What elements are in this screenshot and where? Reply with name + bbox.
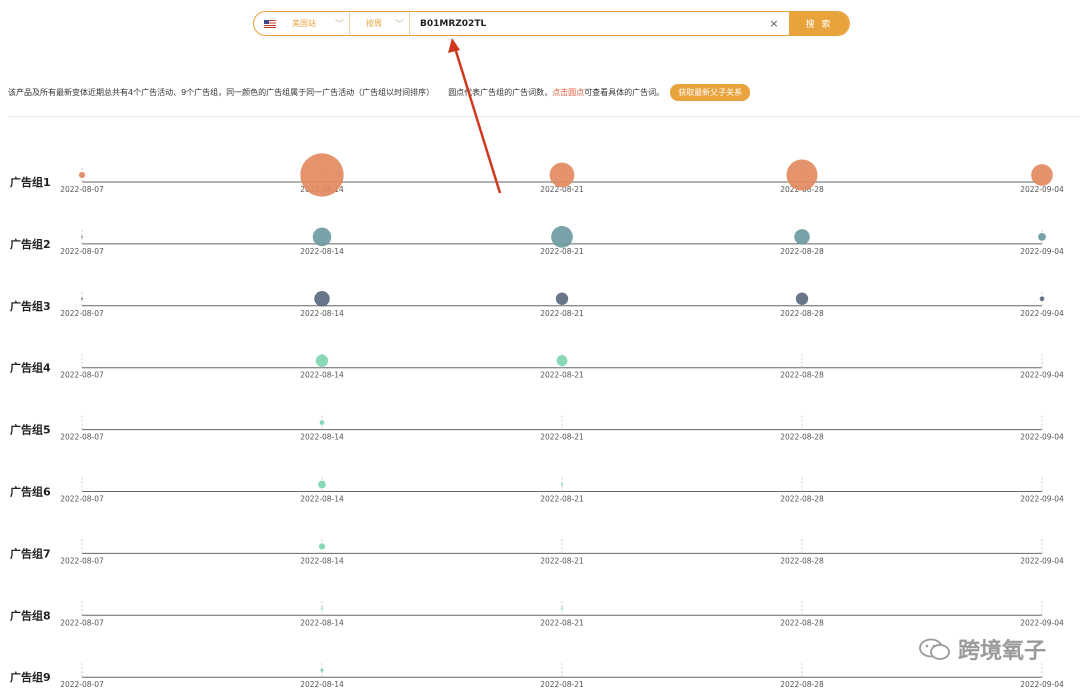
date-label: 2022-08-14 <box>300 556 344 565</box>
keyword-count-dot[interactable] <box>314 291 330 307</box>
date-label: 2022-08-14 <box>300 309 344 318</box>
date-label: 2022-08-28 <box>780 309 824 318</box>
keyword-count-dot[interactable] <box>318 543 326 550</box>
keyword-count-dot[interactable] <box>1039 296 1045 302</box>
date-label: 2022-08-07 <box>60 495 104 504</box>
date-label: 2022-08-28 <box>780 556 824 565</box>
date-label: 2022-08-07 <box>60 309 104 318</box>
date-label: 2022-08-28 <box>780 371 824 380</box>
date-label: 2022-08-21 <box>540 680 584 689</box>
date-label: 2022-08-07 <box>60 185 104 194</box>
keyword-count-dot[interactable] <box>1038 233 1046 241</box>
ad-group-row: 广告组5 2022-08-07 2022-08-14 2022-08-21 2022-0… <box>10 415 1064 442</box>
date-label: 2022-08-28 <box>780 433 824 442</box>
date-label: 2022-08-21 <box>540 618 584 627</box>
ad-group-label: 广告组1 <box>10 175 51 189</box>
keyword-count-dot[interactable] <box>78 171 86 179</box>
date-label: 2022-08-21 <box>540 247 584 256</box>
keyword-count-dot[interactable] <box>315 354 329 367</box>
keyword-count-dot[interactable] <box>549 162 575 188</box>
ad-group-row: 广告组4 2022-08-07 2022-08-14 2022-08-21 2022-0… <box>10 353 1064 380</box>
date-label: 2022-09-04 <box>1020 680 1064 689</box>
date-label: 2022-08-28 <box>780 247 824 256</box>
date-label: 2022-08-14 <box>300 433 344 442</box>
date-label: 2022-08-21 <box>540 371 584 380</box>
keyword-count-dot[interactable] <box>561 607 563 610</box>
ad-group-row: 广告组12022-08-072022-08-142022-08-212022-0… <box>10 153 1064 197</box>
date-label: 2022-08-07 <box>60 247 104 256</box>
ad-group-label: 广告组8 <box>10 608 51 622</box>
date-label: 2022-08-07 <box>60 618 104 627</box>
date-label: 2022-08-07 <box>60 371 104 380</box>
ad-group-row: 广告组3 2022-08-07 2022-08-14 2022-08-21 2022-0… <box>10 291 1064 318</box>
ad-group-row: 广告组9 2022-08-07 2022-08-14 2022-08-21 2022-0… <box>10 663 1064 689</box>
ad-group-label: 广告组2 <box>10 237 51 251</box>
keyword-count-dot[interactable] <box>81 235 83 238</box>
date-label: 2022-08-28 <box>780 495 824 504</box>
date-label: 2022-09-04 <box>1020 247 1064 256</box>
date-label: 2022-08-21 <box>540 309 584 318</box>
keyword-count-dot[interactable] <box>81 297 83 300</box>
date-label: 2022-08-21 <box>540 495 584 504</box>
keyword-count-dot[interactable] <box>312 227 332 247</box>
keyword-count-dot[interactable] <box>786 159 818 191</box>
ad-group-label: 广告组6 <box>10 485 51 499</box>
ad-group-row: 广告组8 2022-08-07 2022-08-14 2022-08-21 2022-0… <box>10 601 1064 627</box>
keyword-count-dot[interactable] <box>556 355 568 367</box>
date-label: 2022-08-28 <box>780 680 824 689</box>
keyword-count-dot[interactable] <box>1031 164 1053 186</box>
ad-group-label: 广告组9 <box>10 670 51 684</box>
ad-group-row: 广告组2 2022-08-07 2022-08-14 2022-08-21 2022-0… <box>10 226 1064 256</box>
keyword-count-dot[interactable] <box>300 153 344 197</box>
keyword-count-dot[interactable] <box>318 480 326 489</box>
keyword-count-dot[interactable] <box>561 483 563 486</box>
date-label: 2022-08-14 <box>300 618 344 627</box>
ad-group-label: 广告组7 <box>10 546 51 560</box>
keyword-count-dot[interactable] <box>321 607 323 610</box>
date-label: 2022-09-04 <box>1020 185 1064 194</box>
date-label: 2022-09-04 <box>1020 371 1064 380</box>
date-label: 2022-08-14 <box>300 247 344 256</box>
keyword-count-dot[interactable] <box>319 420 325 425</box>
ad-group-label: 广告组5 <box>10 423 51 437</box>
date-label: 2022-08-28 <box>780 618 824 627</box>
date-label: 2022-09-04 <box>1020 495 1064 504</box>
watermark-text: 跨境氧子 <box>957 639 1046 664</box>
ad-group-label: 广告组4 <box>10 361 51 375</box>
ad-group-row: 广告组7 2022-08-07 2022-08-14 2022-08-21 2022-0… <box>10 539 1064 565</box>
keyword-count-dot[interactable] <box>794 229 810 245</box>
date-label: 2022-08-07 <box>60 433 104 442</box>
date-label: 2022-09-04 <box>1020 556 1064 565</box>
date-label: 2022-09-04 <box>1020 433 1064 442</box>
date-label: 2022-09-04 <box>1020 618 1064 627</box>
date-label: 2022-09-04 <box>1020 309 1064 318</box>
ad-group-row: 广告组6 2022-08-07 2022-08-14 2022-08-21 2022-0… <box>10 477 1064 504</box>
date-label: 2022-08-14 <box>300 680 344 689</box>
date-label: 2022-08-07 <box>60 680 104 689</box>
date-label: 2022-08-07 <box>60 556 104 565</box>
watermark: 跨境氧子 <box>918 633 1046 665</box>
date-label: 2022-08-14 <box>300 495 344 504</box>
wechat-icon <box>919 638 950 660</box>
date-label: 2022-08-21 <box>540 556 584 565</box>
keyword-count-dot[interactable] <box>555 292 569 305</box>
keyword-count-dot[interactable] <box>320 668 324 672</box>
ad-group-label: 广告组3 <box>10 299 51 313</box>
keyword-count-dot[interactable] <box>551 226 573 248</box>
date-label: 2022-08-21 <box>540 433 584 442</box>
ad-group-timeline: 广告组1 2022-08-07 2022-08-14 2022-08-21 2022-0… <box>10 153 1064 689</box>
date-label: 2022-08-14 <box>300 371 344 380</box>
keyword-count-dot[interactable] <box>795 292 809 305</box>
